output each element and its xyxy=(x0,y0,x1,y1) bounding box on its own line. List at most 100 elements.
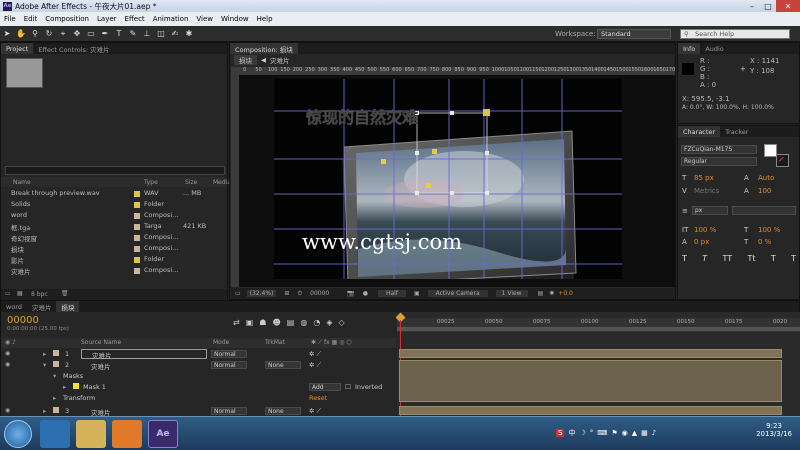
menu-layer[interactable]: Layer xyxy=(93,15,121,23)
frame-blending-icon[interactable]: ▤ xyxy=(287,318,295,327)
selection-tool-icon[interactable]: ➤ xyxy=(2,29,12,39)
type-tool-icon[interactable]: T xyxy=(114,29,124,39)
mask-row[interactable]: ▸ Mask 1 Add ☐ Inverted xyxy=(1,382,396,392)
motion-blur-icon[interactable]: ◍ xyxy=(300,318,307,327)
grid-icon[interactable]: ⊞ xyxy=(284,290,289,297)
switch-icon[interactable]: ✲ ⟋ xyxy=(309,407,321,416)
draft-3d-icon[interactable]: ☗ xyxy=(259,318,266,327)
timeline-tracks[interactable]: 00025 00050 00075 00100 00125 00150 0017… xyxy=(395,312,800,416)
close-icon[interactable]: ✕ xyxy=(776,0,800,12)
mask-mode-select[interactable]: Add xyxy=(309,383,341,391)
expand-arrow-icon[interactable]: ▸ xyxy=(53,394,56,402)
trkmat-select[interactable]: None xyxy=(265,407,301,415)
magnification-icon[interactable]: ▭ xyxy=(235,290,241,297)
system-clock[interactable]: 9:23 2013/3/16 xyxy=(756,422,792,438)
layer-bar[interactable] xyxy=(399,360,782,402)
brush-tool-icon[interactable]: ✎ xyxy=(128,29,138,39)
menu-effect[interactable]: Effect xyxy=(121,15,149,23)
breadcrumb-item[interactable]: 损块 xyxy=(234,55,257,65)
rotate-tool-icon[interactable]: ↻ xyxy=(44,29,54,39)
list-item[interactable]: 框.tga Targa 421 KB xyxy=(1,222,227,233)
all-caps-button[interactable]: TT xyxy=(722,254,732,263)
eye-icon[interactable]: ◉ xyxy=(5,350,10,357)
ime-label[interactable]: 中 xyxy=(568,428,575,438)
after-effects-taskbar-icon[interactable]: Ae xyxy=(148,420,178,448)
col-name[interactable]: Name xyxy=(13,179,31,186)
rectangle-tool-icon[interactable]: ▭ xyxy=(86,29,96,39)
new-comp-icon[interactable]: ▦ xyxy=(17,290,23,297)
tab-project[interactable]: Project xyxy=(1,43,34,54)
table-row[interactable]: ◉ ▾ 2 灾难片 Normal None ✲ ⟋ xyxy=(1,360,396,371)
vertical-scale-value[interactable]: 100 % xyxy=(694,226,716,234)
view-layout-select[interactable]: 1 View xyxy=(495,290,528,297)
stroke-unit-select[interactable]: px xyxy=(692,206,728,215)
horizontal-scale-value[interactable]: 100 % xyxy=(758,226,780,234)
blend-mode-select[interactable]: Normal xyxy=(211,407,247,415)
kerning-value[interactable]: Metrics xyxy=(694,187,719,195)
expand-arrow-icon[interactable]: ▸ xyxy=(63,383,66,391)
hand-tool-icon[interactable]: ✋ xyxy=(16,29,26,39)
tab-info[interactable]: Info xyxy=(678,43,701,54)
list-item[interactable]: word Composi... xyxy=(1,211,227,222)
roi-icon[interactable]: ▣ xyxy=(414,290,420,297)
keyboard-icon[interactable]: ⌨ xyxy=(597,429,607,437)
trkmat-select[interactable]: None xyxy=(265,361,301,369)
layer-bar[interactable] xyxy=(399,349,782,358)
font-size-value[interactable]: 85 px xyxy=(694,174,714,182)
layer-name[interactable]: 灾难片 xyxy=(81,349,207,360)
project-search-input[interactable] xyxy=(5,166,225,175)
maximize-icon[interactable]: □ xyxy=(760,0,776,12)
tray-icon[interactable]: ◉ xyxy=(622,429,628,437)
superscript-button[interactable]: T xyxy=(771,254,776,263)
keyframe-icon[interactable]: ◇ xyxy=(338,318,344,327)
menu-animation[interactable]: Animation xyxy=(149,15,193,23)
menu-window[interactable]: Window xyxy=(217,15,253,23)
col-trkmat[interactable]: TrkMat xyxy=(265,339,285,346)
menu-help[interactable]: Help xyxy=(253,15,277,23)
tab-word[interactable]: word xyxy=(1,301,27,312)
ie-icon[interactable] xyxy=(40,420,70,448)
switch-icon[interactable]: ✲ ⟋ xyxy=(309,350,321,359)
tab-disaster[interactable]: 灾难片 xyxy=(27,301,57,312)
comp-canvas[interactable]: 惊现的自然灾难 www.cgtsj.com xyxy=(274,79,622,287)
inverted-checkbox[interactable]: ☐ xyxy=(345,383,351,391)
small-caps-button[interactable]: Tt xyxy=(747,254,755,263)
tab-sunkuai[interactable]: 损块 xyxy=(56,301,80,312)
tab-tracker[interactable]: Tracker xyxy=(720,126,753,137)
clone-tool-icon[interactable]: ⊥ xyxy=(142,29,152,39)
eraser-tool-icon[interactable]: ◫ xyxy=(156,29,166,39)
list-item[interactable]: 损块 Composi... xyxy=(1,244,227,255)
bpc-label[interactable]: 8 bpc xyxy=(31,291,48,298)
mask-color-swatch[interactable] xyxy=(73,383,79,391)
faux-italic-button[interactable]: T xyxy=(702,254,707,263)
pen-tool-icon[interactable]: ✒ xyxy=(100,29,110,39)
network-icon[interactable]: ▦ xyxy=(641,429,648,437)
tab-effect-controls[interactable]: Effect Controls: 灾难片 xyxy=(33,43,114,54)
mask-name[interactable]: Mask 1 xyxy=(83,383,106,391)
transform-row[interactable]: ▸ Transform Reset xyxy=(1,393,396,403)
zoom-select[interactable]: (32.4%) xyxy=(246,290,277,297)
workspace-select[interactable]: Standard xyxy=(597,29,671,39)
baseline-value[interactable]: 0 px xyxy=(694,238,709,246)
volume-icon[interactable]: ♪ xyxy=(652,429,656,437)
list-item[interactable]: 影片 Folder xyxy=(1,255,227,266)
hide-shy-icon[interactable]: ☻ xyxy=(272,318,280,327)
pan-behind-tool-icon[interactable]: ✥ xyxy=(72,29,82,39)
table-row[interactable]: ◉ ▸ 3 灾难片 Normal None ✲ ⟋ xyxy=(1,406,396,417)
faux-bold-button[interactable]: T xyxy=(682,254,687,263)
tray-icon[interactable]: ▲ xyxy=(632,429,637,437)
timecode-icon[interactable]: ⏱ xyxy=(297,290,302,298)
exposure-value[interactable]: +0.0 xyxy=(558,290,573,297)
menu-view[interactable]: View xyxy=(192,15,217,23)
comp-mini-flowchart-icon[interactable]: ⇄ xyxy=(233,318,240,327)
puppet-tool-icon[interactable]: ✱ xyxy=(184,29,194,39)
composition-viewer[interactable]: 0 50 100 150 200 250 300 350 400 450 500 550 600 650 7… xyxy=(231,67,675,287)
stroke-order-select[interactable] xyxy=(732,206,796,215)
menu-composition[interactable]: Composition xyxy=(41,15,93,23)
layer-name[interactable]: 灾难片 xyxy=(91,361,111,371)
snapshot-icon[interactable]: 📷 xyxy=(347,290,354,297)
timeline-timecode[interactable]: 00000 xyxy=(7,315,39,326)
blend-mode-select[interactable]: Normal xyxy=(211,361,247,369)
tray-icon[interactable]: ° xyxy=(590,429,594,437)
layer-bar[interactable] xyxy=(399,406,782,415)
